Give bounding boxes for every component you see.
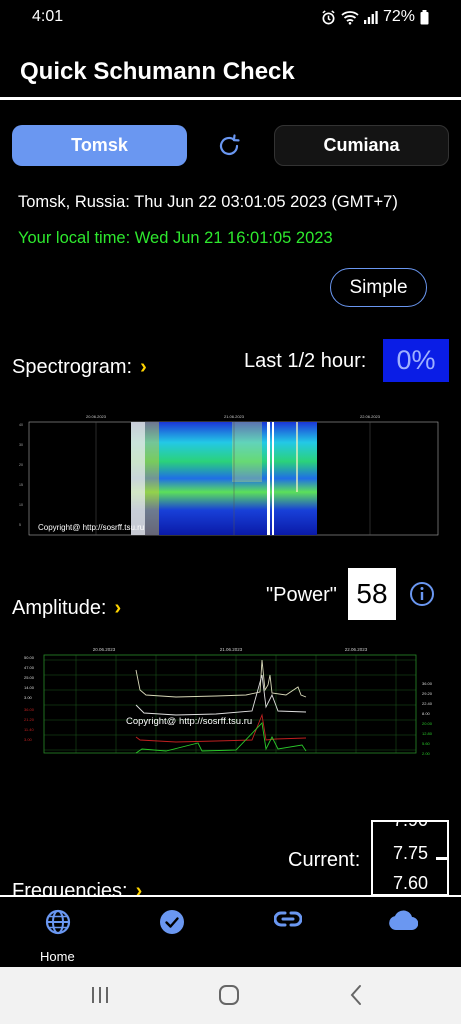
amplitude-image[interactable]: Copyright@ http://sosrff.tsu.ru 20.06.20… [16,645,448,765]
svg-text:50.00: 50.00 [24,655,35,660]
power-value: 58 [348,568,396,620]
spectrogram-image[interactable]: 20.06.2023 21.06.2023 22.06.2023 Copyrig… [16,412,448,542]
nav-check[interactable] [152,909,192,935]
status-icons: 72% [321,8,429,26]
svg-text:47.00: 47.00 [24,665,35,670]
link-icon [274,911,302,927]
cumiana-button[interactable]: Cumiana [274,125,449,166]
svg-text:36.00: 36.00 [422,681,433,686]
app-bar-divider [0,97,461,100]
spectrogram-copyright: Copyright@ http://sosrff.tsu.ru [38,523,144,532]
svg-text:20: 20 [19,463,23,467]
signal-icon [363,10,378,24]
spectrogram-date-1: 20.06.2023 [86,414,107,419]
svg-text:14.00: 14.00 [24,685,35,690]
battery-icon [420,9,429,24]
app-title: Quick Schumann Check [20,58,295,85]
frequency-value-top: 7.90 [393,820,429,830]
home-button-icon[interactable] [218,984,240,1006]
back-icon[interactable] [349,984,363,1006]
svg-text:11.40: 11.40 [24,727,34,732]
nav-home-label: Home [40,949,75,964]
power-label: "Power" [266,584,337,606]
amplitude-date-3: 22.06.2023 [345,647,368,652]
spectrogram-date-3: 22.06.2023 [360,414,381,419]
svg-text:12.80: 12.80 [422,731,433,736]
svg-text:3.00: 3.00 [24,737,33,742]
amplitude-copyright: Copyright@ http://sosrff.tsu.ru [126,716,252,727]
system-navigation-bar [0,967,461,1024]
wifi-icon [341,10,359,25]
spectrogram-label: Spectrogram: [12,356,133,378]
location-time: Tomsk, Russia: Thu Jun 22 03:01:05 2023 … [18,193,398,211]
chevron-right-icon: › [140,356,147,378]
tomsk-button[interactable]: Tomsk [12,125,187,166]
svg-text:10: 10 [19,503,23,507]
alarm-icon [322,9,335,24]
spectrogram-date-2: 21.06.2023 [224,414,245,419]
frequency-marker [436,857,449,860]
nav-link[interactable] [268,909,308,929]
local-time: Your local time: Wed Jun 21 16:01:05 202… [18,229,333,247]
last-half-hour-value: 0% [383,339,449,382]
status-time: 4:01 [32,8,64,25]
status-bar: 4:01 72% [0,0,461,34]
svg-text:21.20: 21.20 [24,717,35,722]
svg-text:3.00: 3.00 [24,695,33,700]
svg-text:20.00: 20.00 [422,721,433,726]
frequency-value-current: 7.75 [393,843,429,863]
svg-text:30: 30 [19,443,23,447]
cloud-icon [389,910,418,931]
svg-text:25.00: 25.00 [24,675,35,680]
frequency-value-bottom: 7.60 [393,873,429,893]
amplitude-link[interactable]: Amplitude: › [12,597,121,620]
nav-home[interactable] [38,909,78,935]
spectrogram-link[interactable]: Spectrogram: › [12,356,147,379]
nav-cloud[interactable] [383,909,423,931]
amplitude-label: Amplitude: [12,597,107,619]
battery-percent: 72% [382,8,415,25]
svg-text:36.00: 36.00 [24,707,35,712]
last-half-hour-label: Last 1/2 hour: [244,350,367,372]
refresh-icon[interactable] [214,131,244,161]
globe-icon [45,909,71,935]
svg-text:8.00: 8.00 [422,711,431,716]
check-circle-icon [160,910,184,934]
info-icon[interactable] [409,581,435,607]
current-label: Current: [288,849,361,871]
amplitude-date-2: 21.06.2023 [220,647,243,652]
svg-text:15: 15 [19,483,23,487]
svg-text:22.40: 22.40 [422,701,433,706]
amplitude-date-1: 20.06.2023 [93,647,116,652]
svg-text:29.20: 29.20 [422,691,433,696]
bottom-navigation: Home [0,895,461,967]
svg-text:5.60: 5.60 [422,741,431,746]
svg-text:5: 5 [19,523,21,527]
svg-text:2.00: 2.00 [422,751,431,756]
simple-mode-button[interactable]: Simple [330,268,427,307]
svg-text:40: 40 [19,423,23,427]
chevron-right-icon: › [114,597,122,619]
recent-apps-icon[interactable] [90,985,110,1005]
